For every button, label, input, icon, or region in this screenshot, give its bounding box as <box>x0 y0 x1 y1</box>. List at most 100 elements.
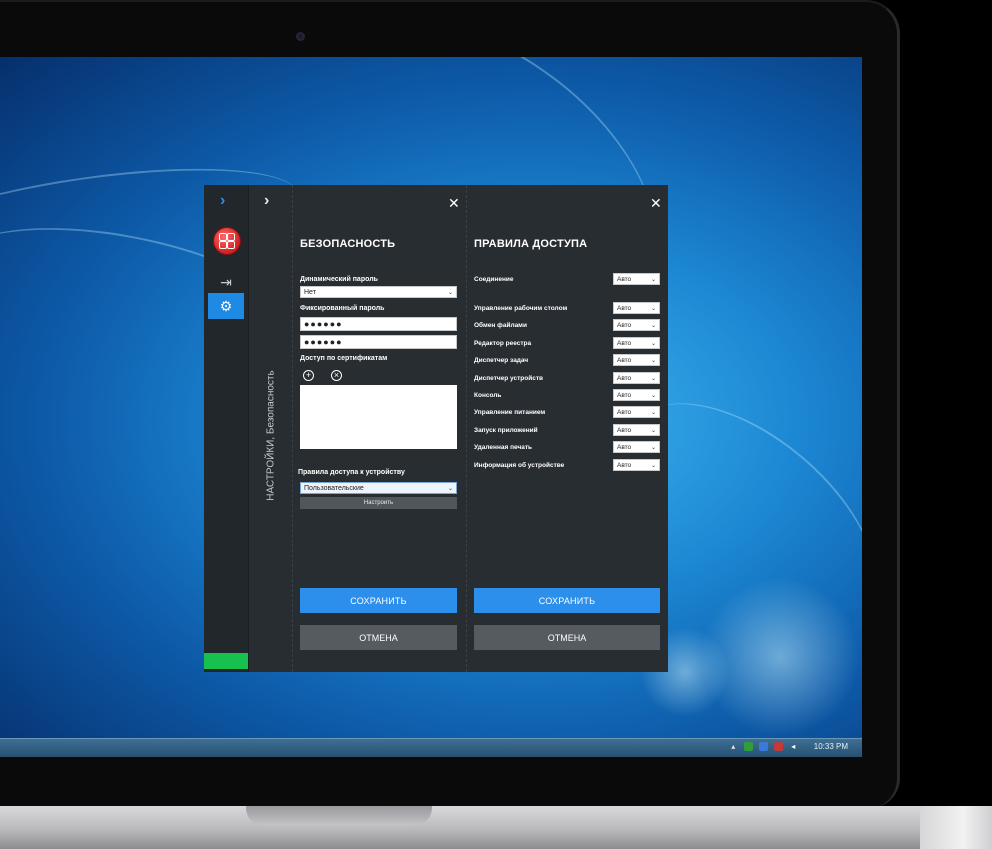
access-rule-row: Диспетчер задач Авто ⌄ <box>474 354 660 366</box>
rule-name: Управление рабочим столом <box>474 304 568 312</box>
rule-value: Авто <box>617 339 632 347</box>
tray-app-icon[interactable] <box>743 742 753 751</box>
rule-name: Обмен файлами <box>474 321 527 329</box>
rule-value: Авто <box>617 321 632 329</box>
access-rule-row: Консоль Авто ⌄ <box>474 389 660 401</box>
rule-value: Авто <box>617 304 632 312</box>
password-field[interactable]: ●●●●●● <box>300 317 457 331</box>
rule-name: Диспетчер устройств <box>474 374 544 382</box>
rule-select[interactable]: Авто ⌄ <box>613 354 660 366</box>
rule-select[interactable]: Авто ⌄ <box>613 424 660 436</box>
chevron-down-icon: ⌄ <box>650 462 656 469</box>
rule-select[interactable]: Авто ⌄ <box>613 459 660 471</box>
settings-gear-icon[interactable]: ⚙ <box>208 293 244 319</box>
rule-select[interactable]: Авто ⌄ <box>613 273 660 285</box>
access-cancel-button[interactable]: ОТМЕНА <box>474 625 660 650</box>
chevron-down-icon: ⌄ <box>650 375 656 382</box>
access-rule-row: Запуск приложений Авто ⌄ <box>474 424 660 436</box>
breadcrumb-column: › НАСТРОЙКИ, Безопасность <box>248 185 293 672</box>
chevron-down-icon: ⌄ <box>650 305 656 312</box>
system-tray: ▴ ◂ 10:33 PM <box>729 742 848 751</box>
rule-select[interactable]: Авто ⌄ <box>613 337 660 349</box>
rule-value: Авто <box>617 275 632 283</box>
chevron-down-icon: ⌄ <box>650 276 656 283</box>
rule-select[interactable]: Авто ⌄ <box>613 406 660 418</box>
dynamic-password-select[interactable]: Нет ⌄ <box>300 286 457 298</box>
access-rule-row: Информация об устройстве Авто ⌄ <box>474 459 660 471</box>
access-rule-row: Управление питанием Авто ⌄ <box>474 406 660 418</box>
rule-name: Удаленная печать <box>474 443 533 451</box>
rule-select[interactable]: Авто ⌄ <box>613 302 660 314</box>
rule-name: Запуск приложений <box>474 426 538 434</box>
rule-name: Соединение <box>474 275 514 283</box>
cancel-button[interactable]: ОТМЕНА <box>300 625 457 650</box>
rule-value: Авто <box>617 408 632 416</box>
rule-name: Информация об устройстве <box>474 461 565 469</box>
dynamic-password-label: Динамический пароль <box>300 276 378 283</box>
chevron-down-icon: ⌄ <box>650 444 656 451</box>
access-rules-panel: ✕ ПРАВИЛА ДОСТУПА Соединение Авто ⌄ Управ… <box>466 185 668 672</box>
password-confirm-field[interactable]: ●●●●●● <box>300 335 457 349</box>
access-rule-row: Соединение Авто ⌄ <box>474 273 660 285</box>
login-icon[interactable]: ⇥ <box>208 269 244 295</box>
rule-name: Консоль <box>474 391 502 399</box>
rule-value: Авто <box>617 461 632 469</box>
close-icon[interactable]: ✕ <box>650 195 662 212</box>
chevron-down-icon: ⌄ <box>650 409 656 416</box>
rule-value: Авто <box>617 374 632 382</box>
expand-chevron-icon[interactable]: › <box>220 192 225 210</box>
remove-cert-icon[interactable]: × <box>331 370 342 381</box>
dynamic-password-value: Нет <box>304 288 316 296</box>
rule-select[interactable]: Авто ⌄ <box>613 319 660 331</box>
fixed-password-label: Фиксированный пароль <box>300 305 385 312</box>
rule-name: Управление питанием <box>474 408 546 416</box>
add-cert-icon[interactable]: + <box>303 370 314 381</box>
chevron-down-icon: ⌄ <box>447 289 453 296</box>
configure-button[interactable]: Настроить <box>300 497 457 509</box>
chevron-down-icon: ⌄ <box>650 392 656 399</box>
device-rules-value: Пользовательские <box>304 484 364 492</box>
laptop-base <box>0 806 992 849</box>
rule-value: Авто <box>617 443 632 451</box>
laptop-base-highlight <box>920 806 992 849</box>
chevron-right-icon[interactable]: › <box>264 192 269 210</box>
save-button[interactable]: СОХРАНИТЬ <box>300 588 457 613</box>
taskbar: ▴ ◂ 10:33 PM <box>0 738 862 757</box>
access-rule-row: Диспетчер устройств Авто ⌄ <box>474 372 660 384</box>
access-rule-row: Удаленная печать Авто ⌄ <box>474 441 660 453</box>
access-rules-title: ПРАВИЛА ДОСТУПА <box>474 238 588 250</box>
access-rule-row: Управление рабочим столом Авто ⌄ <box>474 302 660 314</box>
tray-volume-icon[interactable]: ◂ <box>789 742 798 751</box>
nav-rail: › ⇥ ⚙ <box>204 185 249 672</box>
camera-icon <box>296 32 305 41</box>
taskbar-clock[interactable]: 10:33 PM <box>814 742 848 751</box>
rule-name: Диспетчер задач <box>474 356 529 364</box>
security-title: БЕЗОПАСНОСТЬ <box>300 238 396 250</box>
chevron-down-icon: ⌄ <box>650 340 656 347</box>
access-rule-row: Обмен файлами Авто ⌄ <box>474 319 660 331</box>
access-rule-row: Редактор реестра Авто ⌄ <box>474 337 660 349</box>
tray-network-icon[interactable] <box>758 742 768 751</box>
chevron-down-icon: ⌄ <box>447 485 453 492</box>
rule-select[interactable]: Авто ⌄ <box>613 372 660 384</box>
chevron-down-icon: ⌄ <box>650 427 656 434</box>
laptop-notch <box>246 806 432 826</box>
breadcrumb: НАСТРОЙКИ, Безопасность <box>265 370 277 501</box>
rule-value: Авто <box>617 391 632 399</box>
rule-select[interactable]: Авто ⌄ <box>613 389 660 401</box>
tray-arrow-icon[interactable]: ▴ <box>729 742 738 751</box>
connection-status-bar <box>204 653 248 669</box>
rule-name: Редактор реестра <box>474 339 532 347</box>
app-window: › ⇥ ⚙ › НАСТРОЙКИ, Безопасность ✕ БЕЗОПА… <box>204 185 668 672</box>
rule-value: Авто <box>617 426 632 434</box>
close-icon[interactable]: ✕ <box>448 195 460 212</box>
security-panel: ✕ БЕЗОПАСНОСТЬ Динамический пароль Нет ⌄… <box>293 185 467 672</box>
cert-list[interactable] <box>300 385 457 449</box>
chevron-down-icon: ⌄ <box>650 322 656 329</box>
rule-select[interactable]: Авто ⌄ <box>613 441 660 453</box>
device-rules-label: Правила доступа к устройству <box>298 469 405 476</box>
access-save-button[interactable]: СОХРАНИТЬ <box>474 588 660 613</box>
tray-flag-icon[interactable] <box>773 742 783 751</box>
rule-value: Авто <box>617 356 632 364</box>
device-rules-select[interactable]: Пользовательские ⌄ <box>300 482 457 494</box>
